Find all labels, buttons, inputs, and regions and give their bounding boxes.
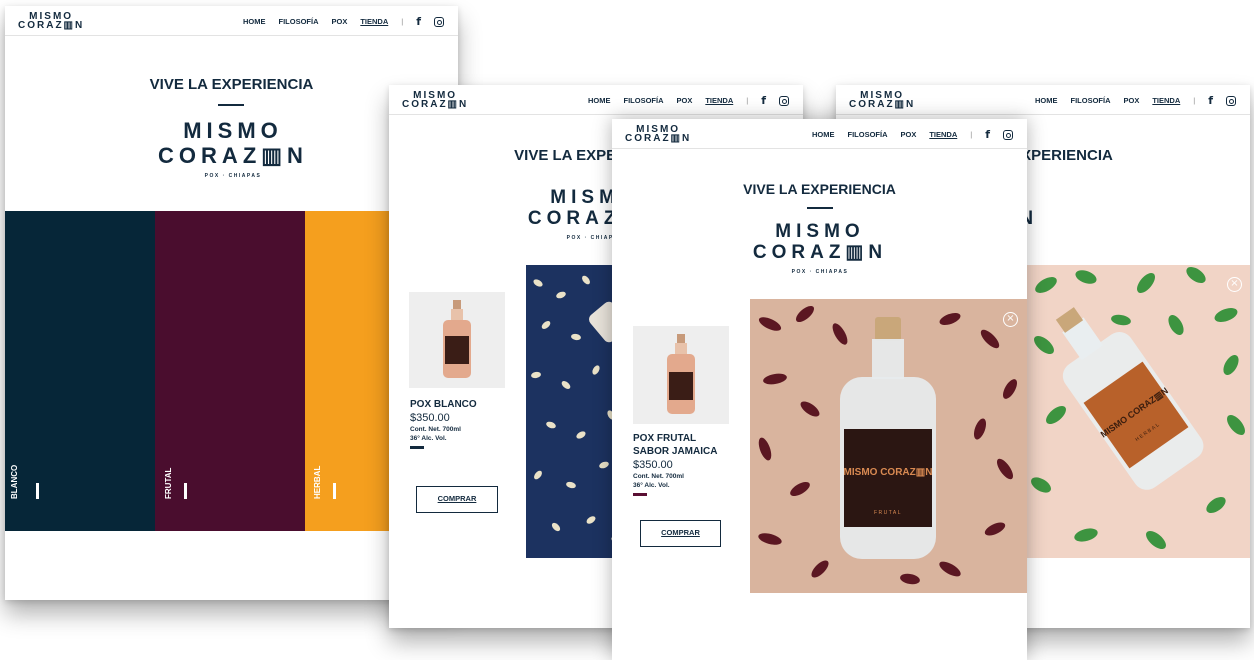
bottle-blanco-image <box>443 300 471 378</box>
instagram-icon[interactable] <box>1226 95 1236 106</box>
nav-separator: | <box>746 96 749 105</box>
frutal-jamaica-bottle: MISMO CORAZ▥N FRUTAL <box>758 305 1017 585</box>
herbal-leaves-bottle: MISMO CORAZ▥N HERBAL <box>1031 267 1245 549</box>
nav-filosofia[interactable]: FILOSOFÍA <box>278 17 318 26</box>
nav-separator: | <box>970 130 973 139</box>
hero-logo-line1: MISMO <box>183 118 283 143</box>
category-bar <box>184 483 187 499</box>
product-content: Cont. Net. 700ml <box>633 473 684 480</box>
comprar-button[interactable]: COMPRAR <box>640 520 721 547</box>
category-label: HERBAL <box>313 465 322 499</box>
blanco-seeds <box>531 275 626 544</box>
product-price: $350.00 <box>633 459 673 471</box>
main-nav: HOME FILOSOFÍA POX TIENDA | f <box>812 128 1013 141</box>
nav-pox[interactable]: POX <box>1123 96 1139 105</box>
site-logo[interactable]: MISMO CORAZ▥N <box>18 12 85 31</box>
facebook-icon[interactable]: f <box>761 94 766 107</box>
category-label: FRUTAL <box>164 467 173 499</box>
product-name: POX BLANCO <box>410 399 477 410</box>
comprar-button[interactable]: COMPRAR <box>416 486 498 513</box>
product-alcohol: 36° Alc. Vol. <box>633 482 670 489</box>
hero-logo-line1: MISMO <box>775 221 865 242</box>
category-blanco[interactable]: BLANCO <box>5 211 155 531</box>
product-price: $350.00 <box>410 412 450 424</box>
main-nav: HOME FILOSOFÍA POX TIENDA | f <box>588 94 789 107</box>
product-accent-line <box>633 493 647 496</box>
nav-filosofia[interactable]: FILOSOFÍA <box>847 130 887 139</box>
close-icon[interactable]: × <box>1003 312 1018 327</box>
product-photo-frutal: MISMO CORAZ▥N FRUTAL <box>750 299 1027 593</box>
nav-pox[interactable]: POX <box>676 96 692 105</box>
nav-pox[interactable]: POX <box>331 17 347 26</box>
product-thumbnail[interactable] <box>633 326 729 424</box>
instagram-icon[interactable] <box>434 16 444 27</box>
product-content: Cont. Net. 700ml <box>410 426 461 433</box>
category-label: BLANCO <box>10 464 19 499</box>
headline-divider <box>807 207 833 209</box>
bottle-label-brand: MISMO CORAZ▥N <box>844 467 933 478</box>
screen-frutal: MISMO CORAZ▥N HOME FILOSOFÍA POX TIENDA … <box>612 119 1027 660</box>
site-header: MISMO CORAZ▥N HOME FILOSOFÍA POX TIENDA … <box>389 85 803 115</box>
product-photo-blanco <box>526 265 626 558</box>
site-header: MISMO CORAZ▥N HOME FILOSOFÍA POX TIENDA … <box>612 119 1027 149</box>
facebook-icon[interactable]: f <box>416 15 421 28</box>
product-accent-line <box>410 446 424 449</box>
instagram-icon[interactable] <box>779 95 789 106</box>
category-bar <box>36 483 39 499</box>
facebook-icon[interactable]: f <box>985 128 990 141</box>
hero-logo-subtitle: POX · CHIAPAS <box>791 269 849 275</box>
product-alcohol: 36° Alc. Vol. <box>410 435 447 442</box>
logo-line2: CORAZ▥N <box>402 99 469 110</box>
headline-divider <box>218 104 244 106</box>
hero-logo: MISMO CORAZ▥N <box>155 118 311 168</box>
hero-logo-line2: CORAZ▥N <box>158 142 308 168</box>
product-name-line2: SABOR JAMAICA <box>633 446 718 457</box>
main-nav: HOME FILOSOFÍA POX TIENDA | f <box>243 15 444 28</box>
nav-separator: | <box>1193 96 1196 105</box>
category-frutal[interactable]: FRUTAL <box>155 211 305 531</box>
logo-line2: CORAZ▥N <box>18 20 85 31</box>
nav-tienda[interactable]: TIENDA <box>929 130 957 139</box>
page-headline: VIVE LA EXPERIENCIA <box>743 181 896 197</box>
nav-pox[interactable]: POX <box>900 130 916 139</box>
main-nav: HOME FILOSOFÍA POX TIENDA | f <box>1035 94 1236 107</box>
category-bar <box>333 483 336 499</box>
nav-tienda[interactable]: TIENDA <box>360 17 388 26</box>
logo-line2: CORAZ▥N <box>625 133 692 144</box>
nav-home[interactable]: HOME <box>243 17 266 26</box>
nav-separator: | <box>401 17 404 26</box>
site-logo[interactable]: MISMO CORAZ▥N <box>625 125 692 144</box>
nav-home[interactable]: HOME <box>1035 96 1058 105</box>
product-photo-herbal: MISMO CORAZ▥N HERBAL <box>1026 265 1250 558</box>
nav-home[interactable]: HOME <box>588 96 611 105</box>
facebook-icon[interactable]: f <box>1208 94 1213 107</box>
site-header: MISMO CORAZ▥N HOME FILOSOFÍA POX TIENDA … <box>836 85 1250 115</box>
nav-tienda[interactable]: TIENDA <box>1152 96 1180 105</box>
hero-logo: MISMO CORAZ▥N <box>742 221 898 264</box>
close-icon[interactable]: × <box>1227 277 1242 292</box>
instagram-icon[interactable] <box>1003 129 1013 140</box>
nav-home[interactable]: HOME <box>812 130 835 139</box>
bottle-frutal-image <box>667 334 695 414</box>
hero-logo-subtitle: POX · CHIAPAS <box>204 173 262 179</box>
product-name: POX FRUTAL SABOR JAMAICA <box>633 432 717 458</box>
nav-filosofia[interactable]: FILOSOFÍA <box>1070 96 1110 105</box>
nav-tienda[interactable]: TIENDA <box>705 96 733 105</box>
nav-filosofia[interactable]: FILOSOFÍA <box>623 96 663 105</box>
product-name-line1: POX FRUTAL <box>633 433 697 444</box>
logo-line2: CORAZ▥N <box>849 99 916 110</box>
site-header: MISMO CORAZ▥N HOME FILOSOFÍA POX TIENDA … <box>5 6 458 36</box>
product-thumbnail[interactable] <box>409 292 505 388</box>
site-logo[interactable]: MISMO CORAZ▥N <box>402 91 469 110</box>
hero-logo-line2: CORAZ▥N <box>752 242 888 264</box>
bottle-label-variant: FRUTAL <box>874 510 902 516</box>
site-logo[interactable]: MISMO CORAZ▥N <box>849 91 916 110</box>
